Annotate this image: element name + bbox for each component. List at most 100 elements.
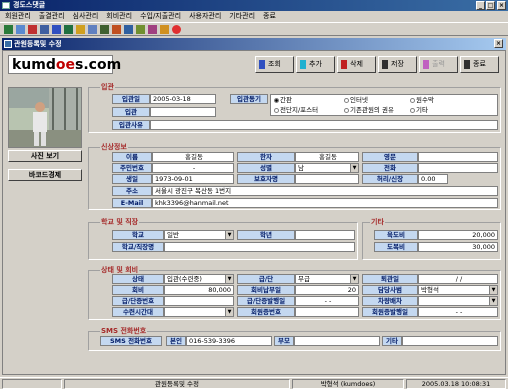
entry-type-field[interactable] (150, 107, 216, 117)
motive-radio-internet[interactable]: 인터넷 (344, 96, 368, 104)
teacher-label: 담당사범 (362, 285, 418, 295)
email-label: E-Mail (112, 198, 152, 208)
member-card-no-label: 회원증번호 (237, 307, 295, 317)
personal-section-header: 신상정보 (100, 143, 128, 151)
toolbar-icon-6[interactable] (64, 25, 73, 34)
maximize-button[interactable]: □ (486, 1, 495, 10)
cert-date-label: 급/단증발행일 (237, 296, 295, 306)
view-photo-button[interactable]: 사진 보기 (8, 150, 82, 162)
form-icon (4, 40, 12, 48)
entry-type-label: 입관 (112, 107, 150, 117)
status-datetime: 2005.03.18 10:08:31 (406, 379, 506, 389)
gender-select[interactable]: 남 ▼ (295, 163, 359, 173)
birth-field[interactable]: 1973-09-01 (152, 174, 234, 184)
entry-reason-label: 입관사유 (112, 120, 150, 130)
leave-date-field[interactable]: / / (418, 274, 498, 284)
form-close-button[interactable]: × (494, 39, 503, 48)
rrn-field[interactable]: - (152, 163, 234, 173)
delete-button[interactable]: 삭제 (337, 56, 376, 73)
school-select[interactable]: 일반 ▼ (164, 230, 234, 240)
state-label: 상태 (112, 274, 164, 284)
toolbar-icon-12[interactable] (136, 25, 145, 34)
logo: kumdoes.com (8, 55, 121, 74)
sms-self-field[interactable]: 016-539-3396 (186, 336, 272, 346)
menu-attendance[interactable]: 출결관리 (39, 11, 65, 22)
chevron-down-icon[interactable]: ▼ (225, 231, 233, 239)
add-icon (300, 60, 306, 69)
close-button[interactable]: × (497, 1, 506, 10)
cert-date-field[interactable]: - - (295, 296, 359, 306)
radio-icon (344, 107, 349, 113)
motive-radio-signboard[interactable]: 간판 (274, 96, 292, 104)
chevron-down-icon[interactable]: ▼ (225, 275, 233, 283)
motive-radio-wonsumak[interactable]: 원수막 (410, 96, 434, 104)
monthly-fee-field[interactable]: 80,000 (164, 285, 234, 295)
toolbar-icon-11[interactable] (124, 25, 133, 34)
toolbar-icon-9[interactable] (100, 25, 109, 34)
toolbar-icon-5[interactable] (52, 25, 61, 34)
rank-select[interactable]: 무급 ▼ (295, 274, 359, 284)
print-button[interactable]: 출력 (419, 56, 458, 73)
menu-members[interactable]: 회원관리 (5, 11, 31, 22)
toolbar-icon-4[interactable] (40, 25, 49, 34)
member-card-date-field[interactable]: - - (418, 307, 498, 317)
form-title: 관원등록및 수정 (14, 40, 62, 48)
name-field[interactable]: 홍길동 (152, 152, 234, 162)
menu-users[interactable]: 사용자관리 (189, 11, 221, 22)
hanja-field[interactable]: 홍길동 (295, 152, 359, 162)
add-button[interactable]: 추가 (296, 56, 335, 73)
entry-date-field[interactable]: 2005-03-18 (150, 94, 216, 104)
phone-field[interactable] (418, 163, 498, 173)
training-time-select[interactable]: ▼ (164, 307, 234, 317)
english-name-field[interactable] (418, 152, 498, 162)
teacher-select[interactable]: 박형석 ▼ (418, 285, 498, 295)
member-card-no-field[interactable] (295, 307, 359, 317)
save-button[interactable]: 저장 (378, 56, 417, 73)
guardian-field[interactable] (295, 174, 359, 184)
workplace-field[interactable] (164, 242, 355, 252)
toolbar-icon-2[interactable] (16, 25, 25, 34)
status-user: 박형석 (kumdoes) (292, 379, 404, 389)
fee-field[interactable]: 20,000 (418, 230, 498, 240)
exit-icon[interactable] (172, 25, 181, 34)
menu-other[interactable]: 기타관리 (229, 11, 255, 22)
menu-exit[interactable]: 종료 (263, 11, 276, 22)
school-label: 학교 (112, 230, 164, 240)
uniform-fee-field[interactable]: 30,000 (418, 242, 498, 252)
sms-other-field[interactable] (402, 336, 498, 346)
grade-field[interactable] (295, 230, 355, 240)
email-field[interactable]: khk3396@hanmail.net (152, 198, 498, 208)
exit-button[interactable]: 종료 (460, 56, 499, 73)
toolbar-icon-3[interactable] (28, 25, 37, 34)
state-select[interactable]: 입관(수련중) ▼ (164, 274, 234, 284)
toolbar-icon-8[interactable] (88, 25, 97, 34)
chevron-down-icon[interactable]: ▼ (350, 275, 358, 283)
motive-radio-referral[interactable]: 기존관원의 권유 (344, 106, 394, 114)
sms-parent-field[interactable] (294, 336, 380, 346)
entry-reason-field[interactable] (150, 120, 498, 130)
menu-income[interactable]: 수입/지출관리 (140, 11, 181, 22)
menu-exam[interactable]: 심사관리 (73, 11, 99, 22)
chevron-down-icon[interactable]: ▼ (350, 164, 358, 172)
toolbar-icon-14[interactable] (160, 25, 169, 34)
chevron-down-icon[interactable]: ▼ (225, 308, 233, 316)
motive-radio-flyer[interactable]: 전단지/포스터 (274, 106, 318, 114)
search-button[interactable]: 조회 (255, 56, 294, 73)
address-field[interactable]: 서울시 광진구 복산동 1번지 (152, 186, 498, 196)
minimize-button[interactable]: _ (476, 1, 485, 10)
chevron-down-icon[interactable]: ▼ (489, 286, 497, 294)
gender-label: 성별 (237, 163, 295, 173)
cert-no-field[interactable] (164, 296, 234, 306)
toolbar-icon-7[interactable] (76, 25, 85, 34)
barcode-button[interactable]: 바코드경제 (8, 169, 82, 181)
toolbar-icon-10[interactable] (112, 25, 121, 34)
sms-label: SMS 전화번호 (100, 336, 162, 346)
due-day-field[interactable]: 20 (295, 285, 359, 295)
motive-radio-other[interactable]: 기타 (410, 106, 428, 114)
menu-fees[interactable]: 회비관리 (106, 11, 132, 22)
chevron-down-icon[interactable]: ▼ (489, 297, 497, 305)
car-select[interactable]: ▼ (418, 296, 498, 306)
height-field[interactable]: 0.00 (418, 174, 448, 184)
toolbar-icon-13[interactable] (148, 25, 157, 34)
toolbar-icon-1[interactable] (4, 25, 13, 34)
